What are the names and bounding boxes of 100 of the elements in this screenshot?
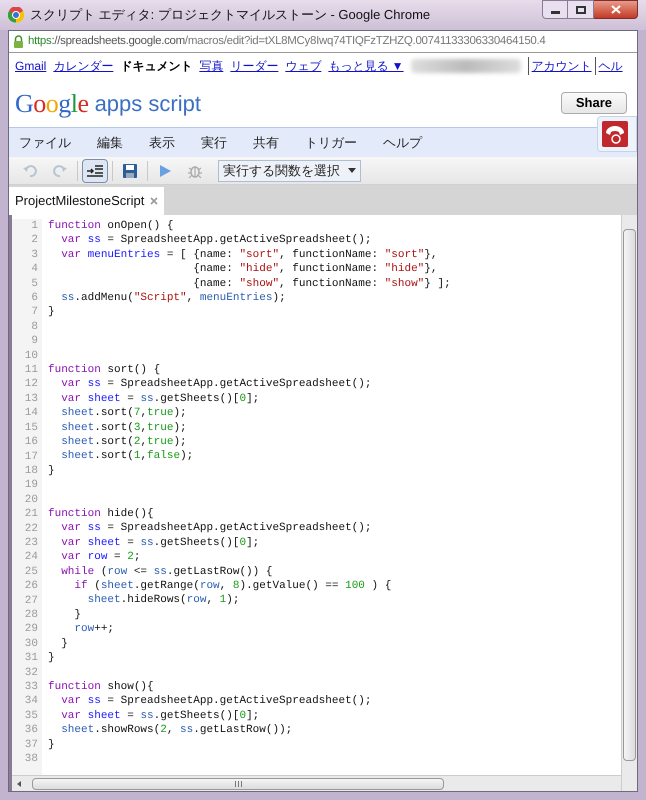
close-button[interactable] — [594, 0, 638, 19]
line-number: 24 — [24, 550, 38, 565]
code-line: var ss = SpreadsheetApp.getActiveSpreadsheet(); — [60, 521, 372, 536]
google-bar-link[interactable]: ウェブ — [285, 57, 322, 75]
share-button[interactable]: Share — [560, 92, 627, 114]
line-number: 13 — [24, 392, 38, 406]
code-line: var ss = SpreadsheetApp.getActiveSpreadsheet(); — [60, 377, 372, 392]
maximize-button[interactable] — [568, 0, 594, 19]
google-bar-link[interactable]: もっと見る ▼ — [328, 57, 404, 75]
code-line: sheet.showRows(2, ss.getLastRow()); — [60, 723, 292, 738]
line-number: 34 — [24, 694, 38, 709]
code-line: function onOpen() { — [48, 219, 174, 234]
code-line: var sheet = ss.getSheets()[0]; — [60, 392, 260, 406]
line-number: 15 — [24, 420, 38, 436]
vertical-scrollbar[interactable] — [621, 215, 637, 791]
code-line: sheet.sort(1,false); — [60, 449, 194, 464]
line-number: 3 — [31, 248, 38, 262]
line-number: 17 — [24, 450, 38, 464]
code-line: sheet.sort(7,true); — [60, 406, 187, 421]
minimize-icon — [550, 11, 560, 14]
line-number: 36 — [24, 723, 38, 738]
close-icon — [610, 5, 620, 14]
code-line: {name: "hide", functionName: "hide"}, — [192, 262, 438, 277]
indent-button[interactable] — [82, 158, 108, 182]
line-number: 4 — [31, 262, 38, 277]
line-number: 19 — [24, 478, 38, 493]
padlock-icon — [13, 35, 24, 48]
function-select[interactable]: 実行する関数を選択 — [218, 160, 361, 182]
line-number: 22 — [24, 522, 38, 536]
indent-icon — [86, 162, 104, 178]
line-number: 33 — [24, 680, 38, 694]
line-number: 29 — [24, 622, 38, 637]
code-line: row++; — [73, 622, 114, 637]
code-line: ss.addMenu("Script", menuEntries); — [60, 291, 286, 306]
menu-item[interactable]: 編集 — [97, 132, 123, 152]
scrollbar-thumb[interactable] — [32, 778, 444, 790]
google-bar-link[interactable]: リーダー — [230, 57, 278, 75]
account-link[interactable]: アカウント — [532, 57, 592, 75]
code-line: } — [48, 738, 55, 752]
line-number: 38 — [24, 752, 38, 766]
menu-item[interactable]: ファイル — [19, 132, 71, 152]
line-number: 2 — [31, 233, 38, 248]
menu-item[interactable]: 共有 — [253, 132, 279, 152]
line-number: 32 — [24, 666, 38, 680]
line-number: 27 — [24, 594, 38, 608]
scrollbar-thumb[interactable] — [623, 229, 636, 761]
line-number: 30 — [24, 636, 38, 652]
line-number: 5 — [31, 276, 38, 292]
line-number: 37 — [24, 738, 38, 752]
line-number: 35 — [24, 708, 38, 724]
url-text: https://spreadsheets.google.com/macros/edit?id=tXL8MCy8Iwq74TIQFzTZHZQ.00741133306330464150.4 — [28, 34, 546, 49]
line-number: 20 — [24, 492, 38, 508]
product-name: apps script — [94, 90, 201, 118]
window-title: スクリプト エディタ: プロジェクトマイルストーン - Google Chrome — [30, 6, 430, 24]
code-line: function show(){ — [48, 680, 154, 694]
google-bar-link[interactable]: カレンダー — [53, 57, 114, 75]
code-line: } — [60, 636, 68, 652]
code-line: if (sheet.getRange(row, 8).getValue() == 100 ) { — [73, 579, 392, 594]
line-number: 10 — [24, 348, 38, 364]
redo-icon — [52, 162, 68, 178]
play-icon — [158, 162, 172, 178]
horizontal-scrollbar[interactable] — [12, 775, 621, 791]
code-line: sheet.sort(2,true); — [60, 435, 187, 450]
google-bar-link[interactable]: ドキュメント — [120, 57, 192, 75]
menu-item[interactable]: 表示 — [149, 132, 175, 152]
line-number: 26 — [24, 579, 38, 594]
caret-icon — [348, 168, 356, 173]
close-tab-icon[interactable] — [150, 197, 158, 205]
line-number: 8 — [31, 320, 38, 334]
line-number: 12 — [24, 377, 38, 392]
code-line: } — [48, 464, 55, 478]
line-number: 11 — [24, 363, 38, 378]
code-line: sheet.hideRows(row, 1); — [86, 593, 240, 608]
minimize-button[interactable] — [542, 0, 568, 19]
account-link[interactable]: ヘル — [598, 57, 623, 75]
line-number: 28 — [24, 608, 38, 622]
menu-item[interactable]: トリガー — [305, 132, 357, 152]
line-number: 16 — [24, 435, 38, 450]
code-line: } — [48, 305, 55, 320]
line-number: 21 — [24, 507, 38, 522]
line-number: 7 — [31, 305, 38, 320]
code-line: var sheet = ss.getSheets()[0]; — [60, 536, 260, 550]
code-line: } — [48, 651, 55, 666]
browser-logo-icon — [8, 7, 24, 23]
line-number: 23 — [24, 536, 38, 550]
code-line: function sort() { — [48, 363, 160, 378]
code-line: {name: "show", functionName: "show"} ]; — [192, 276, 451, 292]
code-line: var row = 2; — [60, 550, 140, 565]
google-bar-link[interactable]: Gmail — [15, 57, 46, 75]
code-line: } — [73, 608, 82, 622]
undo-icon — [22, 162, 38, 178]
code-line: sheet.sort(3,true); — [60, 420, 187, 436]
menu-item[interactable]: ヘルプ — [383, 132, 422, 152]
code-line: var sheet = ss.getSheets()[0]; — [60, 708, 260, 724]
google-bar-link[interactable]: 写真 — [199, 57, 224, 75]
code-line: var ss = SpreadsheetApp.getActiveSpreadsheet(); — [60, 694, 372, 709]
menu-item[interactable]: 実行 — [201, 132, 227, 152]
code-line: var menuEntries = [ {name: "sort", functionName: "sort"}, — [60, 248, 438, 262]
line-number: 14 — [24, 406, 38, 421]
file-tab[interactable]: ProjectMilestoneScript — [9, 187, 164, 215]
